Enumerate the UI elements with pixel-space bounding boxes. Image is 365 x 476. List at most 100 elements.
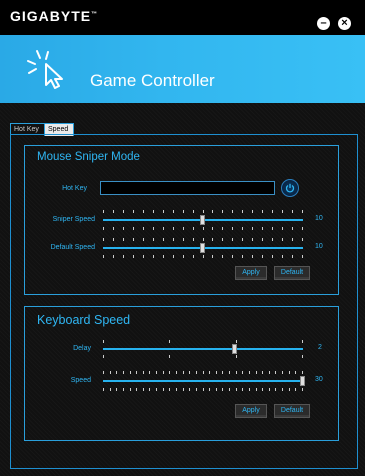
speed-ticks-top bbox=[103, 371, 303, 374]
slider-tick bbox=[242, 371, 244, 374]
slider-tick bbox=[103, 210, 104, 213]
slider-tick bbox=[235, 388, 237, 391]
keyboard-apply-button[interactable]: Apply bbox=[235, 404, 267, 418]
slider-tick bbox=[122, 238, 124, 241]
power-button[interactable] bbox=[281, 179, 299, 197]
slider-tick bbox=[262, 227, 264, 230]
default-speed-value: 10 bbox=[315, 243, 323, 250]
power-icon bbox=[285, 183, 295, 193]
slider-tick bbox=[172, 255, 174, 258]
slider-tick bbox=[192, 238, 194, 241]
slider-tick bbox=[235, 340, 237, 343]
app-title: Game Controller bbox=[90, 71, 215, 90]
slider-tick bbox=[212, 255, 214, 258]
slider-tick bbox=[182, 210, 184, 213]
slider-tick bbox=[192, 227, 194, 230]
minimize-icon[interactable]: – bbox=[317, 17, 330, 30]
slider-tick bbox=[268, 388, 270, 391]
slider-tick bbox=[122, 255, 124, 258]
delay-slider-thumb[interactable] bbox=[232, 344, 237, 354]
slider-tick bbox=[142, 255, 144, 258]
slider-tick bbox=[202, 388, 204, 391]
slider-tick bbox=[292, 210, 294, 213]
slider-tick bbox=[232, 255, 234, 258]
slider-tick bbox=[242, 227, 244, 230]
hotkey-label: Hot Key bbox=[62, 185, 87, 192]
slider-tick bbox=[288, 388, 290, 391]
header-banner: Game Controller bbox=[0, 35, 365, 103]
slider-tick bbox=[292, 255, 294, 258]
slider-tick bbox=[175, 371, 177, 374]
slider-tick bbox=[162, 255, 164, 258]
delay-label: Delay bbox=[73, 345, 91, 352]
slider-tick bbox=[302, 255, 303, 258]
slider-tick bbox=[255, 388, 257, 391]
default-speed-ticks-bottom bbox=[103, 255, 303, 258]
slider-tick bbox=[252, 255, 254, 258]
slider-tick bbox=[215, 371, 217, 374]
slider-tick bbox=[302, 210, 303, 213]
delay-slider-track[interactable] bbox=[103, 348, 303, 350]
sniper-apply-button[interactable]: Apply bbox=[235, 266, 267, 280]
slider-tick bbox=[132, 238, 134, 241]
slider-tick bbox=[292, 238, 294, 241]
sniper-speed-value: 10 bbox=[315, 215, 323, 222]
slider-tick bbox=[262, 388, 264, 391]
slider-tick bbox=[142, 210, 144, 213]
speed-slider-thumb[interactable] bbox=[300, 376, 305, 386]
slider-tick bbox=[192, 210, 194, 213]
slider-tick bbox=[248, 371, 250, 374]
slider-tick bbox=[109, 388, 111, 391]
slider-tick bbox=[268, 371, 270, 374]
slider-tick bbox=[112, 238, 114, 241]
speed-slider-track[interactable] bbox=[103, 380, 303, 382]
sniper-default-button[interactable]: Default bbox=[274, 266, 310, 280]
slider-tick bbox=[172, 210, 174, 213]
slider-tick bbox=[189, 371, 191, 374]
slider-tick bbox=[222, 227, 224, 230]
slider-tick bbox=[262, 210, 264, 213]
slider-tick bbox=[272, 210, 274, 213]
slider-tick bbox=[169, 355, 171, 358]
slider-tick bbox=[302, 227, 303, 230]
slider-tick bbox=[116, 371, 118, 374]
slider-tick bbox=[248, 388, 250, 391]
close-icon[interactable]: × bbox=[338, 17, 351, 30]
slider-tick bbox=[242, 210, 244, 213]
slider-tick bbox=[182, 388, 184, 391]
slider-tick bbox=[209, 388, 211, 391]
delay-ticks-bottom bbox=[103, 355, 303, 358]
default-speed-slider-thumb[interactable] bbox=[200, 243, 205, 253]
slider-tick bbox=[116, 388, 118, 391]
slider-tick bbox=[262, 371, 264, 374]
slider-tick bbox=[103, 340, 104, 343]
slider-tick bbox=[212, 210, 214, 213]
slider-tick bbox=[169, 340, 171, 343]
slider-tick bbox=[122, 210, 124, 213]
sniper-speed-slider-thumb[interactable] bbox=[200, 215, 205, 225]
slider-tick bbox=[292, 227, 294, 230]
slider-tick bbox=[152, 238, 154, 241]
keyboard-default-button[interactable]: Default bbox=[274, 404, 310, 418]
slider-tick bbox=[302, 340, 303, 343]
slider-tick bbox=[182, 371, 184, 374]
slider-tick bbox=[282, 210, 284, 213]
slider-tick bbox=[209, 371, 211, 374]
slider-tick bbox=[103, 388, 104, 391]
slider-tick bbox=[282, 388, 284, 391]
slider-tick bbox=[252, 238, 254, 241]
slider-tick bbox=[222, 238, 224, 241]
brand-label: GIGABYTE bbox=[10, 8, 92, 24]
slider-tick bbox=[189, 388, 191, 391]
slider-tick bbox=[132, 227, 134, 230]
hotkey-input[interactable] bbox=[100, 181, 275, 195]
delay-value: 2 bbox=[318, 344, 322, 351]
slider-tick bbox=[169, 371, 171, 374]
cursor-click-icon bbox=[27, 50, 63, 89]
speed-value: 30 bbox=[315, 376, 323, 383]
default-speed-ticks-top bbox=[103, 238, 303, 241]
slider-tick bbox=[212, 227, 214, 230]
slider-tick bbox=[242, 388, 244, 391]
mouse-sniper-title: Mouse Sniper Mode bbox=[37, 151, 140, 163]
slider-tick bbox=[132, 255, 134, 258]
